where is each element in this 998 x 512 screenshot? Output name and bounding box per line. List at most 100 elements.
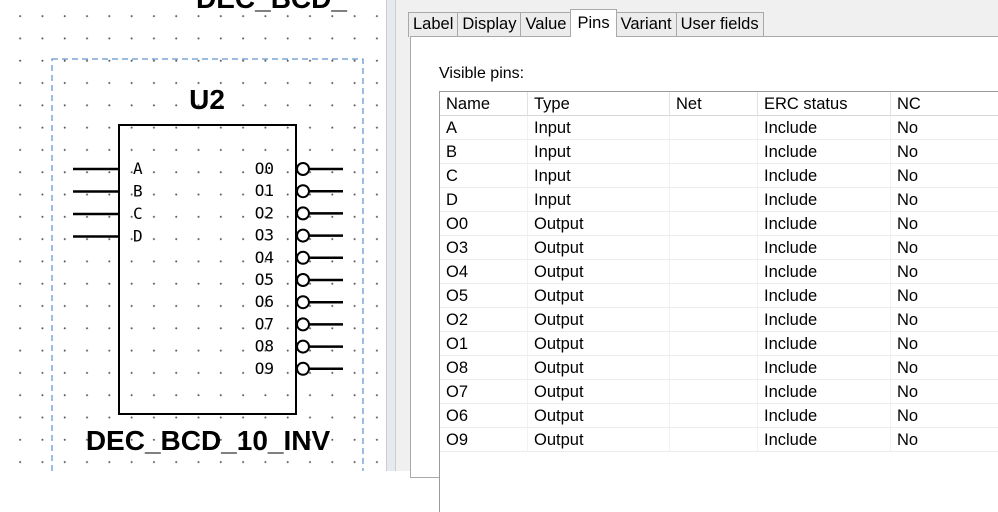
cell-nc[interactable]: No — [891, 332, 998, 356]
cell-net[interactable] — [670, 284, 758, 308]
cell-net[interactable] — [670, 428, 758, 452]
component-ref-label[interactable]: U2 — [189, 84, 225, 115]
table-row[interactable]: O9 Output Include No — [440, 428, 998, 452]
output-pin-label: O1 — [255, 181, 274, 200]
cell-type[interactable]: Output — [528, 332, 670, 356]
column-header-name[interactable]: Name — [440, 92, 528, 116]
panel-splitter[interactable] — [386, 0, 396, 471]
cell-type[interactable]: Output — [528, 260, 670, 284]
tab-label[interactable]: Label — [408, 12, 459, 37]
cell-name: O6 — [440, 404, 528, 428]
tab-variant[interactable]: Variant — [615, 12, 677, 37]
cell-net[interactable] — [670, 164, 758, 188]
cell-type[interactable]: Input — [528, 116, 670, 140]
cell-name: O1 — [440, 332, 528, 356]
cell-nc[interactable]: No — [891, 428, 998, 452]
input-pin-label: A — [133, 159, 143, 178]
table-row[interactable]: B Input Include No — [440, 140, 998, 164]
cell-nc[interactable]: No — [891, 140, 998, 164]
tab-value[interactable]: Value — [520, 12, 572, 37]
selection-box — [51, 58, 364, 471]
cell-nc[interactable]: No — [891, 260, 998, 284]
cell-erc-status[interactable]: Include — [758, 356, 891, 380]
cell-type[interactable]: Output — [528, 308, 670, 332]
cell-type[interactable]: Output — [528, 236, 670, 260]
inverting-bubble — [296, 273, 310, 287]
cell-type[interactable]: Output — [528, 380, 670, 404]
cell-erc-status[interactable]: Include — [758, 212, 891, 236]
cell-type[interactable]: Output — [528, 428, 670, 452]
cell-net[interactable] — [670, 332, 758, 356]
cell-erc-status[interactable]: Include — [758, 164, 891, 188]
table-row[interactable]: O4 Output Include No — [440, 260, 998, 284]
cell-nc[interactable]: No — [891, 116, 998, 140]
cell-type[interactable]: Output — [528, 212, 670, 236]
table-row[interactable]: A Input Include No — [440, 116, 998, 140]
cell-type[interactable]: Output — [528, 404, 670, 428]
tab-display[interactable]: Display — [457, 12, 522, 37]
table-row[interactable]: O1 Output Include No — [440, 332, 998, 356]
inverting-bubble — [296, 339, 310, 354]
cell-net[interactable] — [670, 404, 758, 428]
cell-erc-status[interactable]: Include — [758, 236, 891, 260]
cell-nc[interactable]: No — [891, 188, 998, 212]
table-row[interactable]: O3 Output Include No — [440, 236, 998, 260]
inverting-bubble — [296, 250, 310, 265]
cell-erc-status[interactable]: Include — [758, 284, 891, 308]
cell-nc[interactable]: No — [891, 212, 998, 236]
cell-erc-status[interactable]: Include — [758, 428, 891, 452]
cell-net[interactable] — [670, 212, 758, 236]
cell-type[interactable]: Input — [528, 140, 670, 164]
cell-net[interactable] — [670, 260, 758, 284]
cell-type[interactable]: Input — [528, 188, 670, 212]
column-header-nc[interactable]: NC — [891, 92, 998, 116]
cell-net[interactable] — [670, 236, 758, 260]
table-row[interactable]: D Input Include No — [440, 188, 998, 212]
cell-erc-status[interactable]: Include — [758, 260, 891, 284]
cell-net[interactable] — [670, 356, 758, 380]
cell-nc[interactable]: No — [891, 284, 998, 308]
cell-erc-status[interactable]: Include — [758, 116, 891, 140]
table-row[interactable]: C Input Include No — [440, 164, 998, 188]
cell-erc-status[interactable]: Include — [758, 380, 891, 404]
cell-nc[interactable]: No — [891, 164, 998, 188]
cell-erc-status[interactable]: Include — [758, 404, 891, 428]
cell-name: A — [440, 116, 528, 140]
cell-nc[interactable]: No — [891, 308, 998, 332]
table-row[interactable]: O8 Output Include No — [440, 356, 998, 380]
output-pin-label: O5 — [255, 270, 274, 289]
cell-type[interactable]: Output — [528, 356, 670, 380]
cell-net[interactable] — [670, 188, 758, 212]
cell-nc[interactable]: No — [891, 356, 998, 380]
cell-type[interactable]: Input — [528, 164, 670, 188]
output-pin-label: O4 — [255, 248, 274, 267]
table-row[interactable]: O5 Output Include No — [440, 284, 998, 308]
pins-table[interactable]: Name Type Net ERC status NC A Input Include No B… — [439, 91, 998, 512]
cell-net[interactable] — [670, 140, 758, 164]
tab-user-fields[interactable]: User fields — [675, 12, 764, 37]
column-header-net[interactable]: Net — [670, 92, 758, 116]
cell-nc[interactable]: No — [891, 380, 998, 404]
cell-net[interactable] — [670, 116, 758, 140]
table-row[interactable]: O6 Output Include No — [440, 404, 998, 428]
cell-erc-status[interactable]: Include — [758, 140, 891, 164]
cell-nc[interactable]: No — [891, 236, 998, 260]
cell-erc-status[interactable]: Include — [758, 188, 891, 212]
cell-nc[interactable]: No — [891, 404, 998, 428]
cell-net[interactable] — [670, 308, 758, 332]
output-pin-label: O7 — [255, 314, 274, 333]
column-header-erc-status[interactable]: ERC status — [758, 92, 891, 116]
pins-tab-content: Visible pins: Name Type Net ERC status NC AI… — [410, 36, 998, 512]
cell-net[interactable] — [670, 380, 758, 404]
schematic-canvas[interactable]: DEC_BCD_ U2 ABCD O0 O1 O2 O3 O4 O5 O6 O7 O8 O9 DE… — [0, 0, 386, 471]
cell-erc-status[interactable]: Include — [758, 332, 891, 356]
component-part-label[interactable]: DEC_BCD_10_INV — [86, 425, 331, 456]
cell-type[interactable]: Output — [528, 284, 670, 308]
cell-name: O8 — [440, 356, 528, 380]
table-row[interactable]: O7 Output Include No — [440, 380, 998, 404]
table-row[interactable]: O0 Output Include No — [440, 212, 998, 236]
tab-pins[interactable]: Pins — [570, 9, 617, 37]
cell-erc-status[interactable]: Include — [758, 308, 891, 332]
table-row[interactable]: O2 Output Include No — [440, 308, 998, 332]
column-header-type[interactable]: Type — [528, 92, 670, 116]
